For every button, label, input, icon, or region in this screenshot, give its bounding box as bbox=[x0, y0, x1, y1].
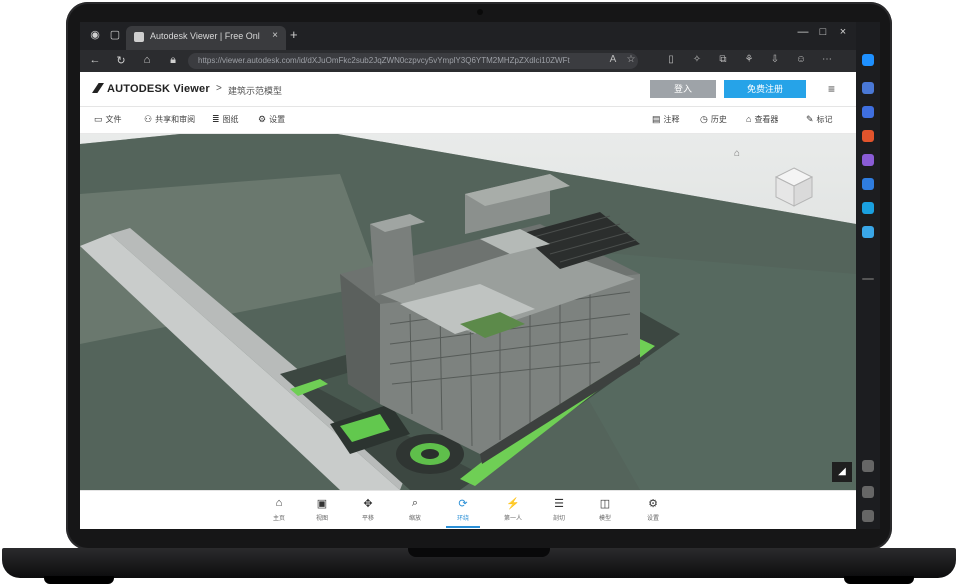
history-icon: ◷ bbox=[700, 114, 708, 124]
window-close-button[interactable]: × bbox=[834, 26, 852, 38]
games-icon[interactable] bbox=[862, 154, 874, 166]
laptop-foot-left bbox=[44, 576, 114, 584]
orbit-icon: ⟳ bbox=[458, 498, 468, 510]
window-maximize-button[interactable]: □ bbox=[814, 26, 832, 38]
share-icon: ⚇ bbox=[144, 114, 153, 124]
back-icon[interactable]: ← bbox=[88, 54, 102, 66]
webcam bbox=[477, 9, 483, 15]
laptop-foot-right bbox=[844, 576, 914, 584]
favorite-star-icon[interactable]: ☆ bbox=[624, 54, 638, 65]
copilot-icon[interactable] bbox=[862, 54, 874, 66]
sidebar-settings-icon[interactable] bbox=[862, 460, 874, 472]
app-header: AUTODESK Viewer > 建筑示范模型 登入 免费注册 ≡ bbox=[80, 72, 856, 107]
home-browser-icon[interactable]: ⌂ bbox=[140, 54, 154, 66]
breadcrumb-separator: > bbox=[216, 83, 222, 94]
tab-favicon-icon bbox=[134, 32, 144, 42]
tool-model[interactable]: ◫ 模型 bbox=[588, 497, 622, 522]
toolbar-viewer[interactable]: ⌂ 查看器 bbox=[746, 114, 778, 125]
sheets-icon: ≣ bbox=[212, 114, 220, 124]
logo-text: AUTODESK Viewer bbox=[107, 83, 210, 95]
collections-icon[interactable]: ⧉ bbox=[716, 54, 730, 65]
toolbar-markup[interactable]: ✎ 标记 bbox=[806, 114, 833, 125]
toolbar-settings[interactable]: ⚙ 设置 bbox=[258, 114, 285, 125]
browser-address-bar: ← ↻ ⌂ 🔒︎ https://viewer.autodesk.com/id/… bbox=[80, 50, 856, 72]
viewport-corner-button[interactable]: ◢ bbox=[832, 462, 852, 482]
tool-first-person[interactable]: ⚡ 第一人 bbox=[496, 497, 530, 522]
register-button[interactable]: 免费注册 bbox=[724, 80, 806, 98]
laptop-notch bbox=[408, 548, 550, 557]
read-aloud-icon[interactable]: A bbox=[606, 54, 620, 65]
autodesk-logo[interactable]: AUTODESK Viewer bbox=[92, 83, 210, 95]
gear-icon: ⚙ bbox=[648, 498, 658, 510]
toolbar-comments[interactable]: ▤ 注释 bbox=[652, 114, 680, 125]
office-icon[interactable] bbox=[862, 178, 874, 190]
toolbar-history[interactable]: ◷ 历史 bbox=[700, 114, 727, 125]
extensions-icon[interactable]: ⚘ bbox=[742, 54, 756, 65]
model-browser-icon: ◫ bbox=[599, 498, 611, 510]
markup-icon: ✎ bbox=[806, 114, 814, 124]
toolbar-sheets[interactable]: ≣ 图纸 bbox=[212, 114, 239, 125]
new-tab-button[interactable]: + bbox=[290, 27, 298, 42]
building-model-render bbox=[80, 134, 856, 490]
toolbar-file[interactable]: ▭ 文件 bbox=[94, 114, 122, 125]
comments-icon: ▤ bbox=[652, 114, 661, 124]
tool-home[interactable]: ⌂ 主页 bbox=[262, 497, 296, 522]
bottom-toolbar: ⌂ 主页 ▣ 视图 ✥ 平移 ⌕ 缩放 ⟳ 环绕 ⚡ 第一人 ☰ 剖切 ◫ 模型 ⚙ 设置 bbox=[80, 490, 856, 529]
lock-icon: 🔒︎ bbox=[170, 54, 176, 66]
settings-icon: ⚙ bbox=[258, 114, 267, 124]
viewport-home-icon[interactable]: ⌂ bbox=[734, 148, 740, 159]
zoom-icon: ⌕ bbox=[411, 497, 419, 509]
hamburger-menu-icon[interactable]: ≡ bbox=[828, 82, 835, 96]
profile-icon[interactable]: ◉ bbox=[88, 28, 102, 42]
sidebar-customize-icon[interactable] bbox=[862, 510, 874, 522]
tool-section[interactable]: ☰ 剖切 bbox=[542, 497, 576, 522]
sign-in-button[interactable]: 登入 bbox=[650, 80, 716, 98]
sidebar-add-icon[interactable] bbox=[862, 278, 874, 280]
tool-settings[interactable]: ⚙ 设置 bbox=[636, 497, 670, 522]
favorites-icon[interactable]: ✧ bbox=[690, 54, 704, 65]
tool-view[interactable]: ▣ 视图 bbox=[305, 497, 339, 522]
window-minimize-button[interactable]: — bbox=[794, 26, 812, 38]
viewer-toolbar: ▭ 文件 ⚇ 共享和审阅 ≣ 图纸 ⚙ 设置 ▤ 注释 ◷ 历史 ⌂ 查看器 ✎ 标记 bbox=[80, 107, 856, 134]
refresh-icon[interactable]: ↻ bbox=[114, 54, 128, 67]
browser-tab-bar: ◉ ▢ Autodesk Viewer | Free Online File V… bbox=[80, 22, 856, 50]
viewer-icon: ⌂ bbox=[746, 114, 752, 124]
tab-title: Autodesk Viewer | Free Online File Viewe… bbox=[150, 31, 260, 41]
tool-zoom[interactable]: ⌕ 缩放 bbox=[398, 497, 432, 522]
tab-close-icon[interactable]: × bbox=[272, 30, 278, 41]
tools-icon[interactable] bbox=[862, 130, 874, 142]
shopping-icon[interactable] bbox=[862, 106, 874, 118]
pan-icon: ✥ bbox=[363, 498, 373, 510]
sidebar-refresh-icon[interactable] bbox=[862, 486, 874, 498]
profile-avatar-icon[interactable]: ☺ bbox=[794, 54, 808, 65]
section-icon: ☰ bbox=[554, 498, 564, 510]
tab-actions-icon[interactable]: ▢ bbox=[108, 28, 122, 42]
more-options-icon[interactable]: ⋯ bbox=[820, 54, 834, 65]
search-sidebar-icon[interactable] bbox=[862, 82, 874, 94]
toolbar-share[interactable]: ⚇ 共享和审阅 bbox=[144, 114, 195, 125]
view-cube-icon[interactable] bbox=[772, 164, 816, 208]
autodesk-logo-icon bbox=[92, 83, 104, 93]
first-person-icon: ⚡ bbox=[506, 498, 520, 510]
url-field[interactable]: https://viewer.autodesk.com/id/dXJuOmFkc… bbox=[188, 53, 638, 69]
telegram-icon[interactable] bbox=[862, 226, 874, 238]
browser-tab[interactable]: Autodesk Viewer | Free Online File Viewe… bbox=[126, 26, 286, 50]
screen: ◉ ▢ Autodesk Viewer | Free Online File V… bbox=[80, 22, 880, 529]
breadcrumb[interactable]: 建筑示范模型 bbox=[228, 84, 282, 97]
view-icon: ▣ bbox=[316, 498, 328, 510]
outlook-icon[interactable] bbox=[862, 202, 874, 214]
split-screen-icon[interactable]: ▯ bbox=[664, 54, 678, 65]
tool-orbit[interactable]: ⟳ 环绕 bbox=[446, 497, 480, 528]
home-icon: ⌂ bbox=[275, 497, 283, 509]
file-icon: ▭ bbox=[94, 114, 103, 124]
browser-sidebar bbox=[856, 22, 880, 529]
model-viewport[interactable]: ⌂ ◢ bbox=[80, 134, 856, 490]
downloads-icon[interactable]: ⇩ bbox=[768, 54, 782, 65]
tool-pan[interactable]: ✥ 平移 bbox=[351, 497, 385, 522]
